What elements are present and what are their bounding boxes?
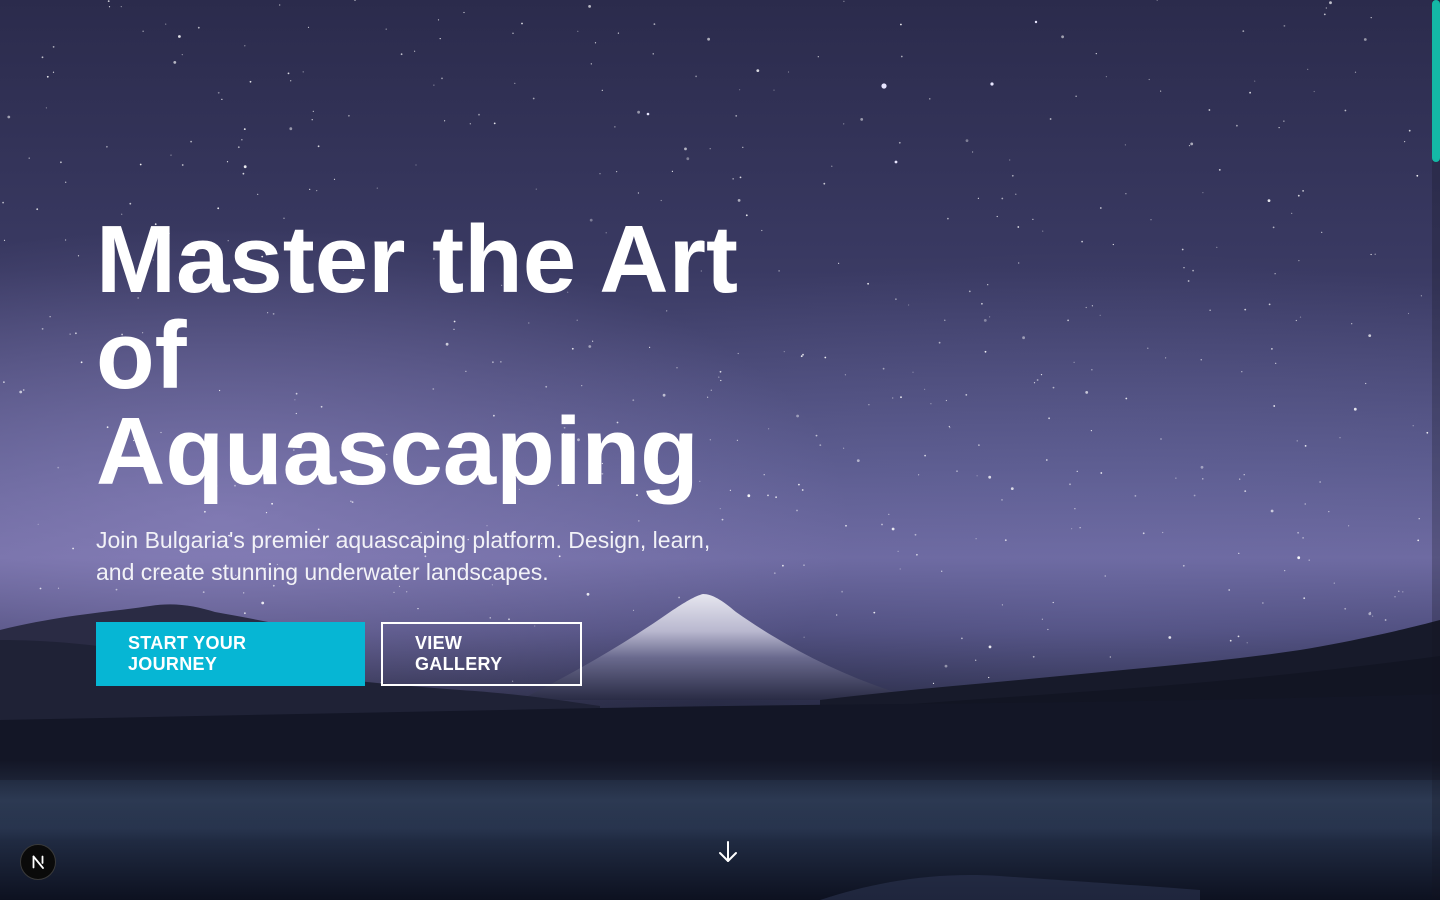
page-scrollbar[interactable] (1432, 0, 1440, 900)
hero-section: Master the Art of Aquascaping Join Bulga… (0, 0, 1440, 900)
headline-line-3: Aquascaping (96, 398, 699, 505)
hero-content: Master the Art of Aquascaping Join Bulga… (96, 212, 816, 686)
hero-headline: Master the Art of Aquascaping (96, 212, 816, 500)
headline-line-2: of (96, 302, 187, 409)
arrow-down-icon[interactable] (716, 838, 740, 866)
hero-actions: START YOUR JOURNEY VIEW GALLERY (96, 622, 816, 686)
nextjs-dev-badge[interactable] (20, 844, 56, 880)
scrollbar-thumb[interactable] (1432, 0, 1440, 162)
view-gallery-button[interactable]: VIEW GALLERY (381, 622, 582, 686)
start-journey-button[interactable]: START YOUR JOURNEY (96, 622, 365, 686)
nextjs-logo-icon (32, 855, 44, 869)
headline-line-1: Master the Art (96, 206, 738, 313)
lake-mist (0, 760, 1440, 840)
hero-subtext: Join Bulgaria's premier aquascaping plat… (96, 527, 711, 585)
